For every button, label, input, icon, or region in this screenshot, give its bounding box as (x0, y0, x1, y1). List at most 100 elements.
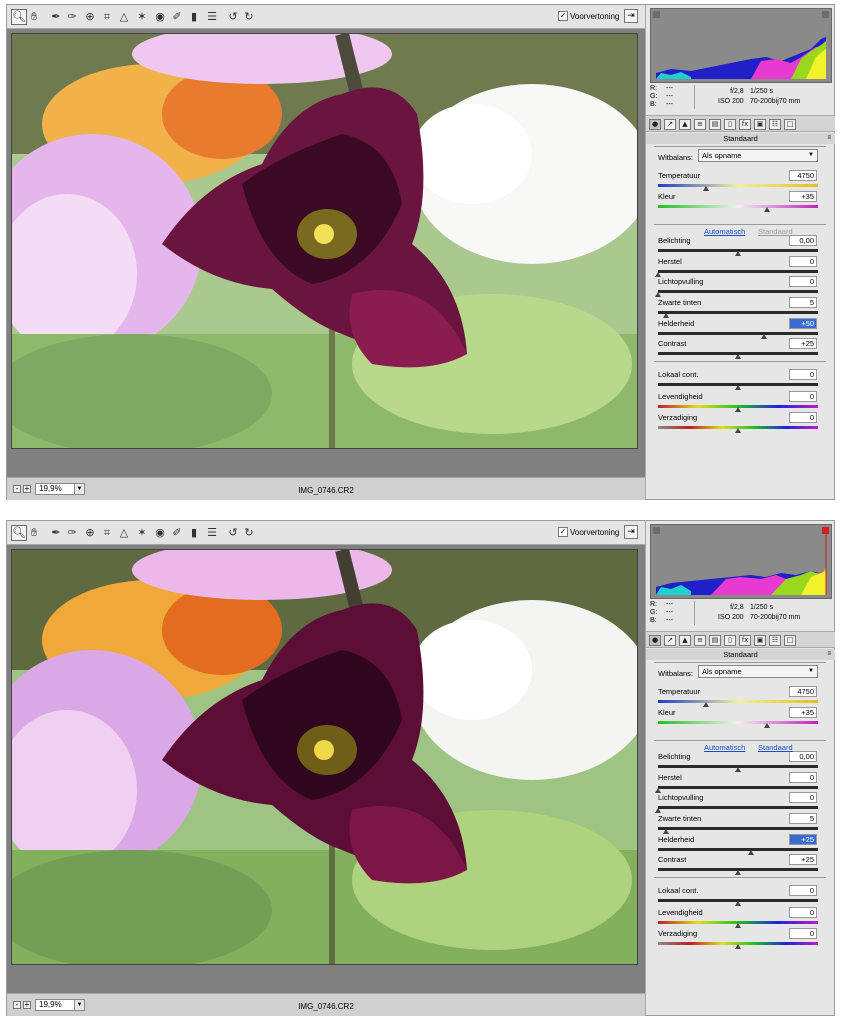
temperature-slider[interactable] (658, 184, 818, 191)
vibrance-value[interactable]: 0 (789, 391, 817, 402)
brightness-slider[interactable] (658, 848, 818, 855)
default-link[interactable]: Standaard (758, 743, 793, 752)
zoom-icon[interactable]: 🔍︎ (11, 9, 27, 25)
fullscreen-button[interactable]: ⇥ (624, 525, 638, 539)
exposure-value[interactable]: 0,00 (789, 235, 817, 246)
fill-light-slider[interactable] (655, 806, 818, 813)
tab-detail-icon[interactable]: ▲ (679, 119, 691, 130)
exposure-slider-thumb[interactable] (735, 251, 741, 256)
blacks-slider-thumb[interactable] (663, 313, 669, 318)
white-balance-icon[interactable]: ✒ (49, 526, 63, 540)
clarity-slider-thumb[interactable] (735, 385, 741, 390)
default-link[interactable]: Standaard (758, 227, 793, 236)
spot-removal-icon[interactable]: ✶ (135, 10, 149, 24)
blacks-slider[interactable] (658, 827, 818, 834)
tab-presets-icon[interactable]: ☷ (769, 119, 781, 130)
saturation-slider[interactable] (658, 426, 818, 433)
crop-icon[interactable]: ⌗ (100, 526, 114, 540)
brightness-slider[interactable] (658, 332, 818, 339)
tab-snapshots-icon[interactable]: □ (784, 119, 796, 130)
saturation-slider-thumb[interactable] (735, 428, 741, 433)
fill-light-slider-thumb[interactable] (655, 292, 661, 297)
clarity-slider[interactable] (658, 899, 818, 906)
preview-checkbox[interactable]: ✓ (558, 11, 568, 21)
temperature-value[interactable]: 4750 (789, 686, 817, 697)
color-sampler-icon[interactable]: ✑ (65, 10, 79, 24)
temperature-slider-thumb[interactable] (703, 702, 709, 707)
spot-removal-icon[interactable]: ✶ (135, 526, 149, 540)
straighten-icon[interactable]: △ (117, 526, 131, 540)
panel-menu-icon[interactable]: ≡ (827, 135, 831, 141)
tab-basic-icon[interactable]: ● (649, 635, 661, 646)
panel-menu-icon[interactable]: ≡ (827, 651, 831, 657)
adjustment-brush-icon[interactable]: ✐ (170, 10, 184, 24)
exposure-slider[interactable] (658, 765, 818, 772)
hand-icon[interactable]: ✋︎ (27, 10, 41, 24)
fill-light-slider-thumb[interactable] (655, 808, 661, 813)
vibrance-slider-thumb[interactable] (735, 407, 741, 412)
fill-light-value[interactable]: 0 (789, 792, 817, 803)
tab-tone-curve-icon[interactable]: ↗ (664, 635, 676, 646)
contrast-slider[interactable] (658, 352, 818, 359)
tab-split-toning-icon[interactable]: ▤ (709, 119, 721, 130)
saturation-value[interactable]: 0 (789, 928, 817, 939)
vibrance-value[interactable]: 0 (789, 907, 817, 918)
adjustment-brush-icon[interactable]: ✐ (170, 526, 184, 540)
blacks-slider-thumb[interactable] (663, 829, 669, 834)
saturation-value[interactable]: 0 (789, 412, 817, 423)
red-eye-icon[interactable]: ◉ (153, 10, 167, 24)
color-sampler-icon[interactable]: ✑ (65, 526, 79, 540)
white-balance-icon[interactable]: ✒ (49, 10, 63, 24)
exposure-value[interactable]: 0,00 (789, 751, 817, 762)
highlight-clipping-icon[interactable] (822, 11, 829, 18)
recovery-value[interactable]: 0 (789, 256, 817, 267)
preferences-icon[interactable]: ☰ (205, 10, 219, 24)
clarity-value[interactable]: 0 (789, 369, 817, 380)
vibrance-slider-thumb[interactable] (735, 923, 741, 928)
zoom-icon[interactable]: 🔍︎ (11, 525, 27, 541)
tint-value[interactable]: +35 (789, 191, 817, 202)
white-balance-select[interactable]: Als opname ▼ (698, 149, 818, 162)
tint-slider-thumb[interactable] (763, 723, 770, 728)
auto-link[interactable]: Automatisch (704, 743, 745, 752)
saturation-slider-thumb[interactable] (735, 944, 741, 949)
rotate-left-icon[interactable]: ↺ (226, 526, 240, 540)
rotate-left-icon[interactable]: ↺ (226, 10, 240, 24)
shadow-clipping-icon[interactable] (653, 527, 660, 534)
tint-slider[interactable] (658, 205, 818, 212)
tab-snapshots-icon[interactable]: □ (784, 635, 796, 646)
straighten-icon[interactable]: △ (117, 10, 131, 24)
clarity-slider[interactable] (658, 383, 818, 390)
contrast-slider-thumb[interactable] (735, 870, 741, 875)
contrast-value[interactable]: +25 (789, 338, 817, 349)
fill-light-value[interactable]: 0 (789, 276, 817, 287)
white-balance-select[interactable]: Als opname ▼ (698, 665, 818, 678)
vibrance-slider[interactable] (658, 405, 818, 412)
graduated-filter-icon[interactable]: ▮ (187, 10, 201, 24)
image-canvas[interactable] (7, 545, 645, 993)
brightness-slider-thumb[interactable] (760, 334, 767, 339)
red-eye-icon[interactable]: ◉ (153, 526, 167, 540)
contrast-value[interactable]: +25 (789, 854, 817, 865)
clarity-value[interactable]: 0 (789, 885, 817, 896)
recovery-value[interactable]: 0 (789, 772, 817, 783)
tab-lens-icon[interactable]: ▯ (724, 635, 736, 646)
auto-link[interactable]: Automatisch (704, 227, 745, 236)
temperature-slider[interactable] (658, 700, 818, 707)
preview-checkbox[interactable]: ✓ (558, 527, 568, 537)
tint-value[interactable]: +35 (789, 707, 817, 718)
preferences-icon[interactable]: ☰ (205, 526, 219, 540)
temperature-value[interactable]: 4750 (789, 170, 817, 181)
tab-effects-icon[interactable]: fx (739, 635, 751, 646)
image-canvas[interactable] (7, 29, 645, 477)
brightness-value[interactable]: +25 (789, 834, 817, 845)
fill-light-slider[interactable] (655, 290, 818, 297)
tab-hsl-icon[interactable]: ≡ (694, 635, 706, 646)
saturation-slider[interactable] (658, 942, 818, 949)
temperature-slider-thumb[interactable] (703, 186, 709, 191)
blacks-value[interactable]: 5 (789, 297, 817, 308)
tab-camera-calibration-icon[interactable]: ▣ (754, 119, 766, 130)
blacks-slider[interactable] (658, 311, 818, 318)
recovery-slider[interactable] (655, 786, 818, 793)
tab-lens-icon[interactable]: ▯ (724, 119, 736, 130)
